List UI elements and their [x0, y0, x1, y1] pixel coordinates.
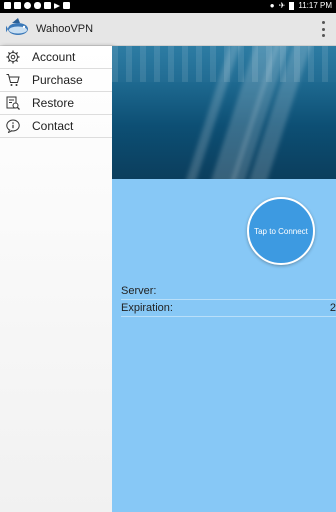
- expiration-row: Expiration: 2: [121, 300, 336, 317]
- server-label: Server:: [121, 285, 157, 297]
- status-bar: ● ✈ 11:17 PM: [0, 0, 336, 13]
- connect-button-label: Tap to Connect: [254, 226, 308, 236]
- drawer-item-purchase[interactable]: Purchase: [0, 69, 112, 92]
- underwater-banner-image: [112, 46, 336, 179]
- drawer-item-label: Restore: [32, 96, 75, 110]
- app-bar: WahooVPN: [0, 13, 336, 46]
- drawer-item-label: Contact: [32, 119, 74, 133]
- play-icon: [54, 3, 60, 9]
- facebook-icon: [4, 2, 11, 9]
- facebook-icon: [14, 2, 21, 9]
- notification-icons: [4, 2, 70, 9]
- gear-icon: [6, 50, 20, 64]
- drawer-item-contact[interactable]: Contact: [0, 115, 112, 138]
- info-icon: [6, 119, 20, 133]
- cart-icon: [6, 74, 20, 86]
- system-icons: ● ✈ 11:17 PM: [270, 1, 332, 10]
- clock-time: 11:17 PM: [298, 1, 332, 10]
- gmail-icon: [44, 2, 51, 9]
- overflow-menu-icon[interactable]: [322, 21, 326, 37]
- image-icon: [63, 2, 70, 9]
- do-not-disturb-icon: [24, 2, 31, 9]
- location-icon: ●: [269, 1, 275, 10]
- restore-icon: [6, 96, 20, 110]
- wahoo-fish-logo-icon: [6, 18, 28, 35]
- expiration-label: Expiration:: [121, 302, 173, 314]
- app-title: WahooVPN: [36, 23, 94, 35]
- airplane-icon: ✈: [278, 1, 286, 10]
- cloud-icon: [34, 2, 41, 9]
- drawer-item-account[interactable]: Account: [0, 46, 112, 69]
- drawer-item-label: Purchase: [32, 73, 83, 87]
- battery-icon: [289, 1, 295, 10]
- tap-to-connect-button[interactable]: Tap to Connect: [247, 197, 315, 265]
- connection-info: Server: Expiration: 2: [121, 283, 336, 317]
- main-content: Tap to Connect Server: Expiration: 2: [112, 46, 336, 512]
- server-row: Server:: [121, 283, 336, 300]
- drawer-item-label: Account: [32, 50, 76, 64]
- expiration-value: 2: [329, 302, 336, 314]
- drawer-item-restore[interactable]: Restore: [0, 92, 112, 115]
- navigation-drawer: Account Purchase Restore Contact: [0, 46, 112, 512]
